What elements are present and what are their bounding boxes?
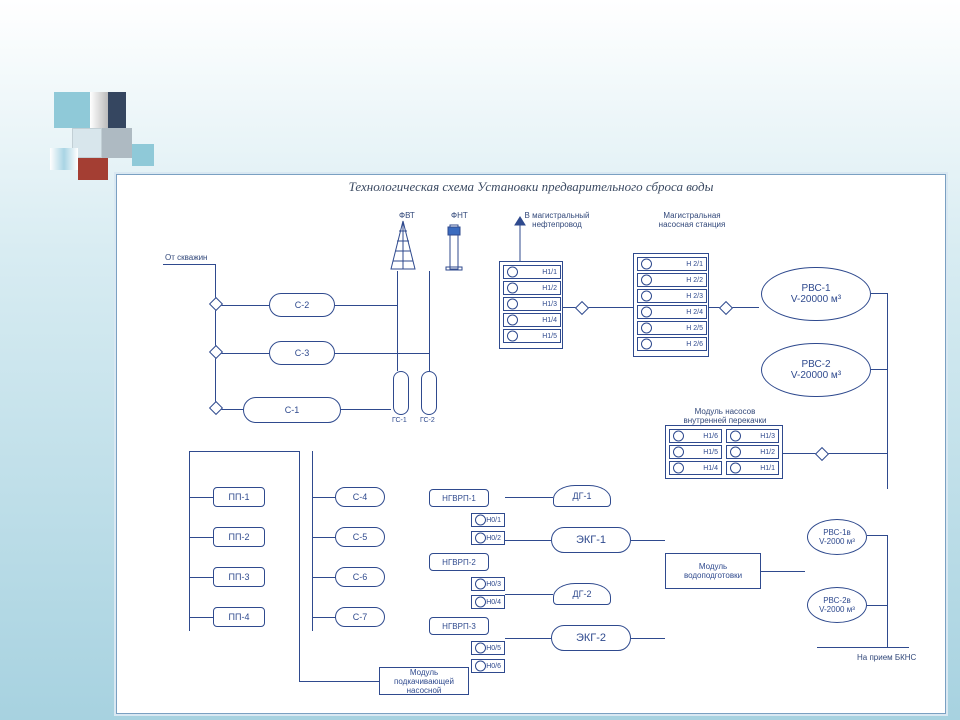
tank-rvs2: РВС-2 V-20000 м³	[761, 343, 871, 397]
pump-n1-4: Н1/4	[503, 313, 561, 327]
n0-1: Н0/1	[471, 513, 505, 527]
pp-4: ПП-4	[213, 607, 265, 627]
label-to-pipeline: В магистральный нефтепровод	[517, 211, 597, 229]
pump-n2-5: Н 2/5	[637, 321, 707, 335]
ngvrp-1: НГВРП-1	[429, 489, 489, 507]
pump-stack-n1: Н1/1 Н1/2 Н1/3 Н1/4 Н1/5	[499, 261, 563, 349]
label-gs1: ГС-1	[392, 417, 407, 424]
ipump-0: Н1/6	[669, 429, 722, 443]
label-from-wells: От скважин	[165, 253, 207, 262]
label-pump-station: Магистральная насосная станция	[647, 211, 737, 229]
separator-c3: С-3	[269, 341, 335, 365]
gas-sep-1	[393, 371, 409, 415]
pump-n1-5: Н1/5	[503, 329, 561, 343]
flare-tower-fvt	[389, 221, 417, 276]
valve-icon	[815, 447, 829, 461]
pump-n2-4: Н 2/4	[637, 305, 707, 319]
ekg-2: ЭКГ-2	[551, 625, 631, 651]
tank-rvs2b: РВС-2в V-2000 м³	[807, 587, 867, 623]
gas-sep-2	[421, 371, 437, 415]
ngvrp-3: НГВРП-3	[429, 617, 489, 635]
tank-rvs2b-vol: V-2000 м³	[808, 605, 866, 614]
label-to-bkns: На прием БКНС	[857, 653, 916, 662]
ipump-1: Н1/5	[669, 445, 722, 459]
dg-2: ДГ-2	[553, 583, 611, 605]
pump-n2-3: Н 2/3	[637, 289, 707, 303]
tank-rvs2-vol: V-20000 м³	[762, 370, 870, 381]
pump-n1-1: Н1/1	[503, 265, 561, 279]
booster-pump-module: Модуль подкачивающей насосной	[379, 667, 469, 695]
tank-rvs1b-name: РВС-1в	[808, 528, 866, 537]
pump-n2-1: Н 2/1	[637, 257, 707, 271]
separator-c2: С-2	[269, 293, 335, 317]
valve-icon	[209, 345, 223, 359]
ipump-2: Н1/4	[669, 461, 722, 475]
ipump-4: Н1/2	[726, 445, 779, 459]
label-gs2: ГС-2	[420, 417, 435, 424]
separator-c6: С-6	[335, 567, 385, 587]
tank-rvs1: РВС-1 V-20000 м³	[761, 267, 871, 321]
ipump-5: Н1/1	[726, 461, 779, 475]
dg-1: ДГ-1	[553, 485, 611, 507]
tank-rvs2-name: РВС-2	[762, 359, 870, 370]
tank-rvs1b-vol: V-2000 м³	[808, 537, 866, 546]
diagram-canvas: От скважин ФВТ ФНТ В магистральный нефте…	[117, 197, 945, 707]
pump-n2-6: Н 2/6	[637, 337, 707, 351]
n0-3: Н0/3	[471, 577, 505, 591]
diagram-title: Технологическая схема Установки предвари…	[117, 175, 945, 197]
pp-2: ПП-2	[213, 527, 265, 547]
pump-n1-2: Н1/2	[503, 281, 561, 295]
internal-pump-module: Н1/6 Н1/3 Н1/5 Н1/2 Н1/4 Н1/1	[665, 425, 783, 479]
pump-n1-3: Н1/3	[503, 297, 561, 311]
pump-n2-2: Н 2/2	[637, 273, 707, 287]
pp-1: ПП-1	[213, 487, 265, 507]
label-fvt: ФВТ	[399, 211, 415, 220]
flare-stack-fnt	[443, 221, 465, 276]
valve-icon	[719, 301, 733, 315]
pp-3: ПП-3	[213, 567, 265, 587]
label-fnt: ФНТ	[451, 211, 468, 220]
ngvrp-2: НГВРП-2	[429, 553, 489, 571]
tank-rvs2b-name: РВС-2в	[808, 596, 866, 605]
valve-icon	[575, 301, 589, 315]
logo-blocks	[48, 92, 168, 182]
n0-5: Н0/5	[471, 641, 505, 655]
separator-c5: С-5	[335, 527, 385, 547]
n0-6: Н0/6	[471, 659, 505, 673]
ekg-1: ЭКГ-1	[551, 527, 631, 553]
diagram-sheet: Технологическая схема Установки предвари…	[116, 174, 946, 714]
n0-2: Н0/2	[471, 531, 505, 545]
tank-rvs1-vol: V-20000 м³	[762, 294, 870, 305]
tank-rvs1-name: РВС-1	[762, 283, 870, 294]
ipump-3: Н1/3	[726, 429, 779, 443]
valve-icon	[209, 297, 223, 311]
valve-icon	[209, 401, 223, 415]
tank-rvs1b: РВС-1в V-2000 м³	[807, 519, 867, 555]
n0-4: Н0/4	[471, 595, 505, 609]
main-pump-station: Н 2/1 Н 2/2 Н 2/3 Н 2/4 Н 2/5 Н 2/6	[633, 253, 709, 357]
separator-c4: С-4	[335, 487, 385, 507]
separator-c1: С-1	[243, 397, 341, 423]
separator-c7: С-7	[335, 607, 385, 627]
water-prep-module: Модуль водоподготовки	[665, 553, 761, 589]
label-internal-module: Модуль насосов внутренней перекачки	[675, 407, 775, 425]
